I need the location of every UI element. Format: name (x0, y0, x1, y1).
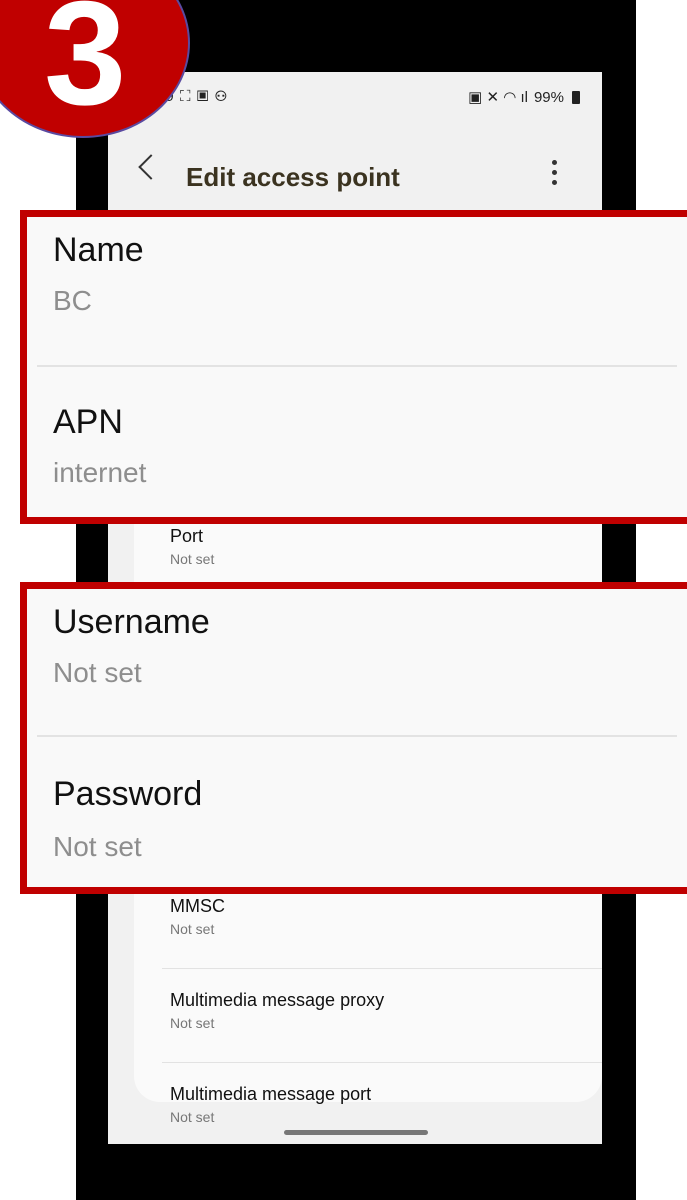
password-label: Password (53, 775, 203, 813)
app-bar: Edit access point (108, 150, 602, 206)
page-title: Edit access point (186, 162, 400, 192)
divider (162, 968, 602, 969)
name-value[interactable]: BC (53, 285, 92, 317)
apn-label: APN (53, 403, 123, 441)
port-label: Port (170, 526, 204, 546)
apn-value[interactable]: internet (53, 457, 146, 489)
highlight-box-username-password: Username Not set Password Not set (20, 582, 687, 894)
home-indicator[interactable] (284, 1130, 428, 1135)
mmsc-value: Not set (170, 921, 215, 937)
port-value: Not set (170, 551, 215, 567)
divider (37, 735, 677, 737)
mms-proxy-row[interactable]: Multimedia message proxy Not set (170, 990, 384, 1031)
status-left-icons: ⛶ ▣ ⚇ (180, 88, 228, 105)
divider (37, 365, 677, 367)
mmsc-label: MMSC (170, 896, 225, 916)
divider (162, 1062, 602, 1063)
status-bar: 29 ⛶ ▣ ⚇ ▣ ✕ ◠ ıl 99% (108, 72, 602, 128)
username-label: Username (53, 603, 210, 641)
mms-port-row[interactable]: Multimedia message port Not set (170, 1084, 371, 1125)
more-options-icon[interactable] (552, 160, 558, 185)
status-icons: ▣ ✕ ◠ ıl (468, 89, 528, 106)
mms-proxy-value: Not set (170, 1015, 215, 1031)
highlight-box-name-apn: Name BC APN internet (20, 210, 687, 524)
mms-proxy-label: Multimedia message proxy (170, 990, 385, 1010)
back-arrow-icon[interactable] (138, 154, 164, 180)
mmsc-row[interactable]: MMSC Not set (170, 896, 225, 937)
step-number: 3 (44, 0, 127, 136)
username-value[interactable]: Not set (53, 657, 142, 689)
battery-icon (572, 90, 580, 104)
password-value[interactable]: Not set (53, 831, 142, 863)
mms-port-label: Multimedia message port (170, 1084, 372, 1104)
mms-port-value: Not set (170, 1109, 215, 1125)
name-label: Name (53, 231, 144, 269)
port-row[interactable]: Port Not set (170, 526, 214, 567)
battery-percent: 99% (533, 88, 564, 106)
status-right-group: ▣ ✕ ◠ ıl 99% (468, 88, 580, 106)
